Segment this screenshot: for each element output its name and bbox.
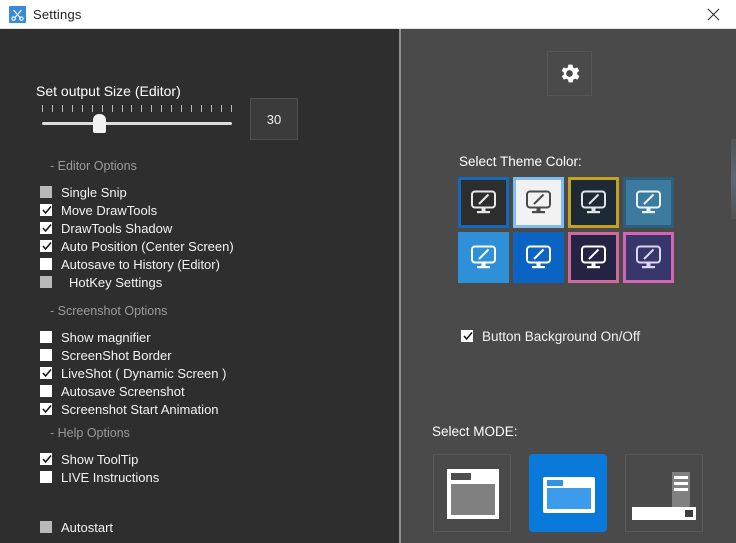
- left-options-panel: Set output Size (Editor) 30 - Editor Opt…: [0, 29, 399, 543]
- checkbox-box: [40, 403, 52, 415]
- checkbox-label: Show magnifier: [61, 329, 151, 345]
- theme-color-label: Select Theme Color:: [459, 154, 582, 169]
- checkbox-show-magnifier[interactable]: Show magnifier: [40, 328, 151, 346]
- theme-swatch-light-white[interactable]: [513, 177, 564, 228]
- output-size-slider[interactable]: [42, 105, 232, 135]
- checkbox-hotkey-settings[interactable]: HotKey Settings: [40, 273, 162, 291]
- taskbar-mode-square: [685, 510, 693, 517]
- mode-tile-compact-mode[interactable]: [529, 454, 607, 532]
- checkbox-label: DrawTools Shadow: [61, 220, 173, 236]
- checkbox-autosave-to-history-editor[interactable]: Autosave to History (Editor): [40, 255, 220, 273]
- scissors-icon: [9, 6, 26, 23]
- mode-tile-taskbar-mode[interactable]: [625, 454, 703, 532]
- checkbox-label: ScreenShot Border: [61, 347, 172, 363]
- group-title: - Help Options: [50, 426, 130, 440]
- checkbox-label: HotKey Settings: [69, 274, 163, 290]
- title-bar: Settings: [0, 0, 736, 29]
- checkbox-button-background[interactable]: Button Background On/Off: [461, 327, 640, 345]
- slider-ticks: [42, 105, 232, 114]
- checkbox-label: Move DrawTools: [61, 202, 158, 218]
- compact-mode-tab: [547, 480, 563, 486]
- checkbox-label: LIVE Instructions: [61, 469, 160, 485]
- mode-tile-window-mode[interactable]: [433, 454, 511, 532]
- taskbar-mode-tower: [672, 472, 690, 512]
- checkbox-label: Screenshot Start Animation: [61, 401, 219, 417]
- checkbox-single-snip[interactable]: Single Snip: [40, 183, 127, 201]
- theme-swatch-strong-blue[interactable]: [513, 232, 564, 283]
- checkbox-screenshot-border[interactable]: ScreenShot Border: [40, 346, 172, 364]
- checkbox-screenshot-start-animation[interactable]: Screenshot Start Animation: [40, 400, 219, 418]
- checkbox-box: [40, 349, 52, 361]
- window-mode-titlebar: [451, 473, 471, 480]
- checkbox-label: Show ToolTip: [61, 451, 139, 467]
- checkbox-box: [40, 222, 52, 234]
- compact-mode-body: [547, 488, 591, 509]
- checkbox-box: [40, 240, 52, 252]
- group-title: - Editor Options: [50, 159, 137, 173]
- theme-swatch-teal-blue[interactable]: [623, 177, 674, 228]
- button-background-label: Button Background On/Off: [482, 328, 641, 344]
- theme-swatch-midnight[interactable]: [568, 177, 619, 228]
- mode-label: Select MODE:: [432, 424, 518, 439]
- checkbox-box: [40, 331, 52, 343]
- checkbox-box: [40, 453, 52, 465]
- checkbox-box: [40, 186, 52, 198]
- checkbox-live-instructions[interactable]: LIVE Instructions: [40, 468, 159, 486]
- gear-icon[interactable]: [547, 51, 592, 96]
- group-title: - Screenshot Options: [50, 304, 168, 318]
- slider-track[interactable]: [42, 122, 232, 125]
- checkbox-label: Single Snip: [61, 184, 127, 200]
- checkbox-label: Autosave to History (Editor): [61, 256, 220, 272]
- taskbar-mode-bar: [632, 507, 696, 520]
- checkbox-auto-position-center-screen[interactable]: Auto Position (Center Screen): [40, 237, 234, 255]
- theme-color-grid: [458, 177, 678, 287]
- button-background-checkbox-box: [461, 330, 473, 342]
- checkbox-drawtools-shadow[interactable]: DrawTools Shadow: [40, 219, 172, 237]
- close-icon[interactable]: [691, 0, 736, 28]
- checkbox-move-drawtools[interactable]: Move DrawTools: [40, 201, 157, 219]
- checkbox-liveshot-dynamic-screen[interactable]: LiveShot ( Dynamic Screen ): [40, 364, 226, 382]
- right-options-panel: Select Theme Color: Button Background On…: [401, 29, 736, 543]
- slider-thumb[interactable]: [93, 114, 106, 133]
- theme-swatch-sky-blue[interactable]: [458, 232, 509, 283]
- mode-tiles: [433, 454, 703, 532]
- checkbox-box: [40, 204, 52, 216]
- checkbox-label: Autosave Screenshot: [61, 383, 185, 399]
- output-size-value[interactable]: 30: [250, 98, 298, 140]
- window-mode-body: [451, 484, 495, 515]
- theme-swatch-navy-pink[interactable]: [568, 232, 619, 283]
- checkbox-box: [40, 471, 52, 483]
- autostart-checkbox-box: [40, 521, 52, 533]
- checkbox-label: LiveShot ( Dynamic Screen ): [61, 365, 227, 381]
- compact-mode-art: [543, 477, 595, 513]
- checkbox-box: [40, 276, 52, 288]
- checkbox-box: [40, 385, 52, 397]
- window-title: Settings: [33, 7, 82, 22]
- scrollbar[interactable]: [731, 139, 736, 219]
- output-size-title: Set output Size (Editor): [36, 83, 181, 99]
- checkbox-autosave-screenshot[interactable]: Autosave Screenshot: [40, 382, 185, 400]
- checkbox-label: Auto Position (Center Screen): [61, 238, 234, 254]
- checkbox-box: [40, 367, 52, 379]
- autostart-label: Autostart: [61, 519, 114, 535]
- checkbox-autostart[interactable]: Autostart: [40, 518, 113, 536]
- checkbox-show-tooltip[interactable]: Show ToolTip: [40, 450, 138, 468]
- theme-swatch-dark-grey[interactable]: [458, 177, 509, 228]
- theme-swatch-indigo-pink[interactable]: [623, 232, 674, 283]
- window-mode-art: [447, 469, 499, 519]
- checkbox-box: [40, 258, 52, 270]
- settings-window: Settings Set output Size (Editor) 30 - E…: [0, 0, 736, 543]
